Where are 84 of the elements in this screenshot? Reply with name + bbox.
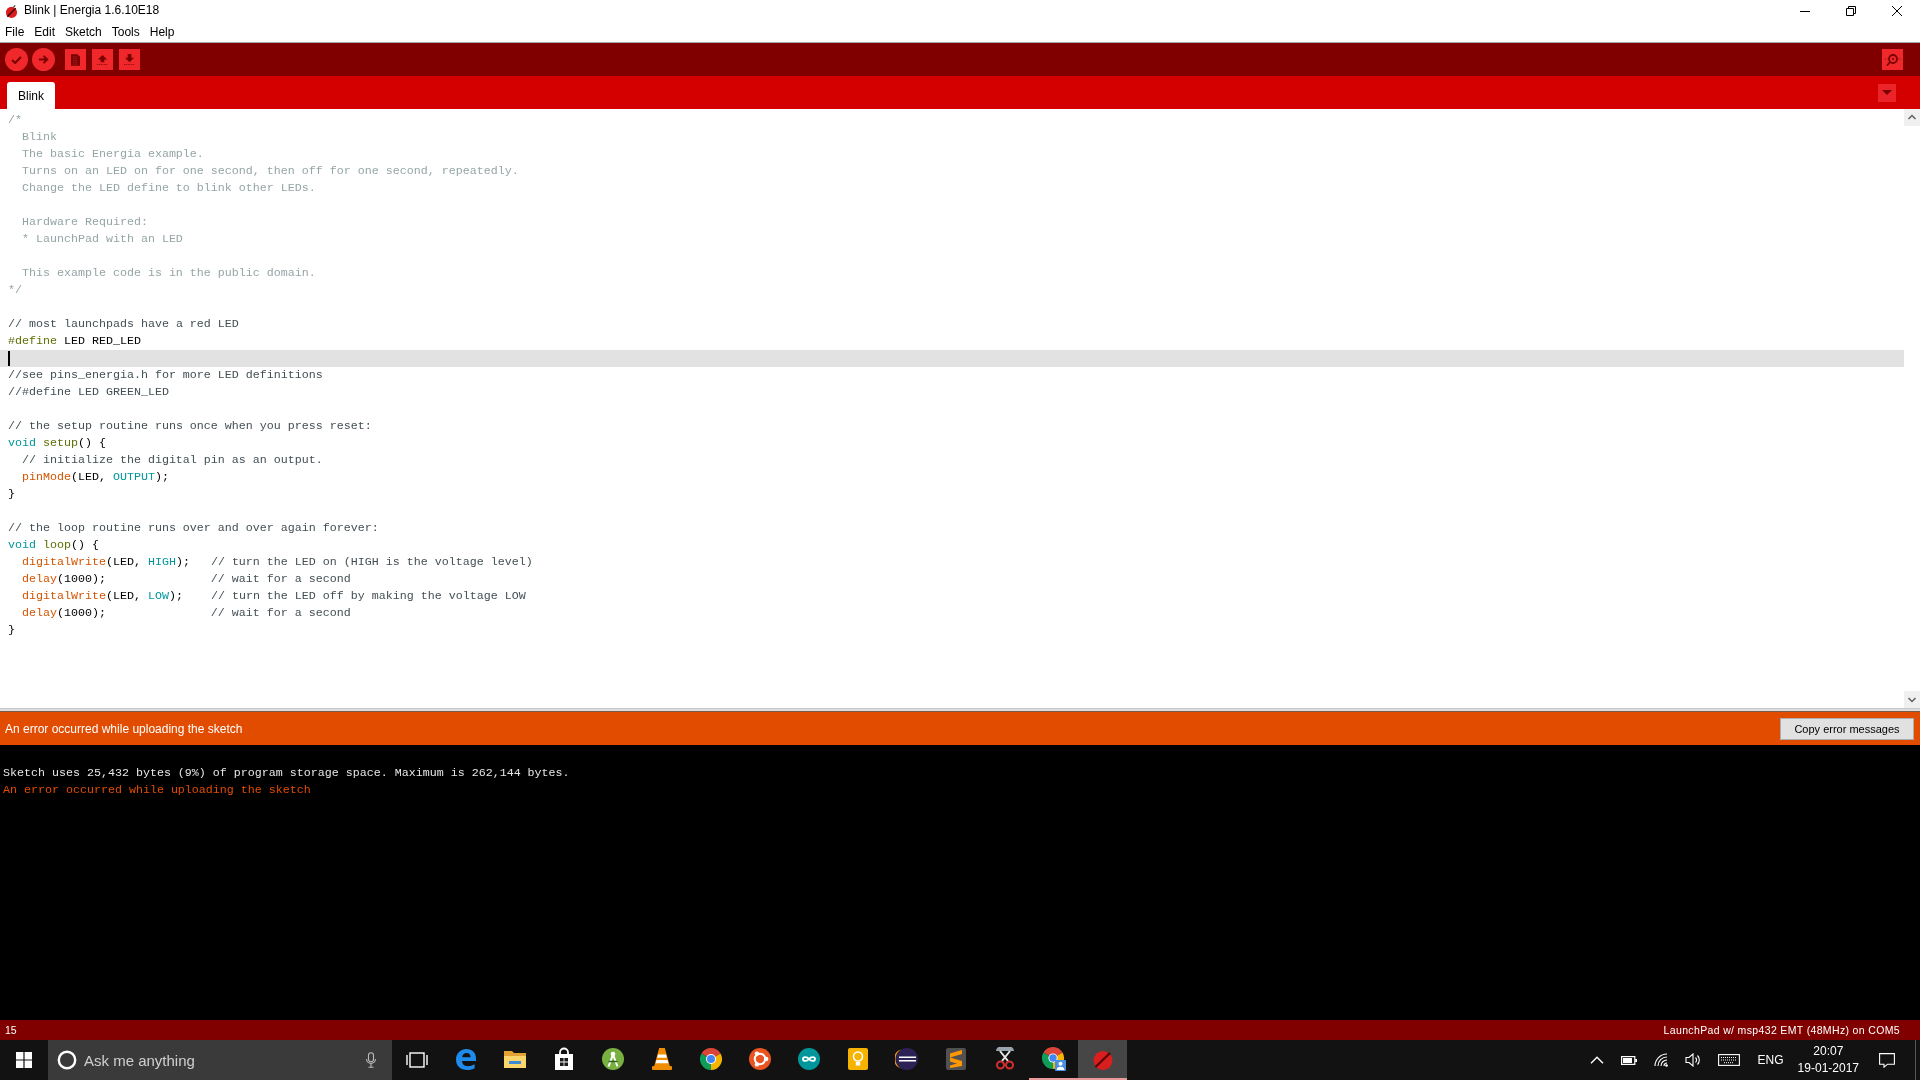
traffic-cone-icon [649, 1047, 674, 1071]
windows-logo-icon [16, 1052, 32, 1068]
ring-icon [57, 1050, 77, 1070]
stripes-logo-icon [943, 1047, 968, 1071]
task-view-icon [405, 1052, 428, 1068]
code-line: // initialize the digital pin as an output. [22, 452, 323, 469]
tab-menu-button[interactable] [1878, 83, 1896, 102]
save-button[interactable] [119, 49, 140, 70]
text-cursor [8, 351, 10, 366]
menu-item[interactable]: Sketch [60, 24, 107, 40]
app-logo-icon [5, 4, 18, 18]
code-line: digitalWrite(LED, LOW); // turn the LED off by making the voltage LOW [22, 588, 526, 605]
search-bar[interactable]: Ask me anything [48, 1040, 392, 1080]
code-line: void loop() { [8, 537, 99, 554]
console-line: Sketch uses 25,432 bytes (9%) of program storage space. Maximum is 262,144 bytes. [3, 765, 570, 782]
code-line: This example code is in the public domain. [22, 265, 316, 282]
circle-logo-user-icon [1041, 1047, 1066, 1071]
menu-item[interactable]: File [0, 24, 30, 40]
copy-errors-button[interactable]: Copy error messages [1780, 717, 1914, 740]
speech-bubble-icon[interactable] [1879, 1052, 1895, 1068]
code-line: void setup() { [8, 435, 106, 452]
search-field[interactable]: Ask me anything [77, 1047, 356, 1073]
document-icon [71, 53, 80, 66]
code-line: delay(1000); // wait for a second [22, 605, 351, 622]
line-number: 15 [5, 1024, 17, 1036]
scroll-up-icon[interactable] [1904, 109, 1920, 126]
code-line: */ [8, 282, 22, 299]
code-line: // the setup routine runs once when you press reset: [8, 418, 372, 435]
menu-item[interactable]: Help [144, 24, 180, 40]
compass-logo-icon [600, 1047, 625, 1071]
code-line: // most launchpads have a red LED [8, 316, 239, 333]
code-line: Turns on an LED on for one second, then off for one second, repeatedly. [22, 163, 519, 180]
scroll-down-icon[interactable] [1904, 691, 1920, 708]
new-sketch-button[interactable] [65, 49, 86, 70]
vertical-scrollbar[interactable] [1904, 109, 1920, 708]
lightbulb-icon [845, 1047, 870, 1071]
menu-item[interactable]: Edit [29, 24, 61, 40]
code-line: delay(1000); // wait for a second [22, 571, 351, 588]
clock[interactable]: 20:07 19-01-2017 [1797, 1043, 1859, 1077]
arrow-right-icon [38, 55, 49, 64]
arrow-down-icon [124, 54, 135, 65]
serial-monitor-button[interactable] [1882, 49, 1903, 70]
code-line: Blink [22, 129, 57, 146]
file-tab[interactable]: Blink [7, 82, 55, 109]
menu-item[interactable]: Tools [106, 24, 145, 40]
code-line: pinMode(LED, OUTPUT); [22, 469, 169, 486]
infinity-logo-icon [796, 1047, 821, 1071]
code-line: Hardware Required: [22, 214, 148, 231]
circle-logo-icon [698, 1047, 723, 1071]
restore-icon [1846, 6, 1856, 16]
close-icon [1892, 6, 1902, 16]
magnifier-icon [1884, 53, 1901, 66]
console-line: An error occurred while uploading the sketch [3, 782, 311, 799]
ring-dots-logo-icon [747, 1047, 772, 1071]
code-line: /* [8, 112, 22, 129]
code-line: The basic Energia example. [22, 146, 204, 163]
language-indicator[interactable]: ENG [1757, 1053, 1784, 1067]
window-title: Blink | Energia 1.6.10E18 [24, 3, 160, 17]
code-line: // the loop routine runs over and over again forever: [8, 520, 379, 537]
microphone-icon[interactable] [366, 1052, 376, 1068]
arrow-up-icon [97, 54, 108, 65]
wifi-icon[interactable] [1653, 1053, 1668, 1067]
keyboard-icon[interactable] [1717, 1054, 1740, 1066]
status-message: An error occurred while uploading the sketch [5, 721, 243, 736]
letter-e-logo-icon [453, 1047, 478, 1071]
checkmark-icon [11, 55, 22, 64]
board-info: LaunchPad w/ msp432 EMT (48MHz) on COM5 [1663, 1024, 1900, 1036]
code-line: //see pins_energia.h for more LED definitions [8, 367, 323, 384]
battery-icon[interactable] [1620, 1055, 1637, 1065]
chevron-up-icon[interactable] [1589, 1056, 1604, 1064]
striped-sphere-icon [894, 1047, 919, 1071]
code-line: } [8, 622, 15, 639]
upload-button[interactable] [32, 48, 55, 71]
code-line: #define LED RED_LED [8, 333, 141, 350]
code-line: //#define LED GREEN_LED [8, 384, 169, 401]
open-button[interactable] [92, 49, 113, 70]
code-line: digitalWrite(LED, HIGH); // turn the LED on (HIGH is the voltage level) [22, 554, 533, 571]
code-line: } [8, 486, 15, 503]
verify-button[interactable] [5, 48, 28, 71]
caret-down-icon [1882, 90, 1892, 95]
code-line: * LaunchPad with an LED [22, 231, 183, 248]
code-line: Change the LED define to blink other LEDs. [22, 180, 316, 197]
minimize-icon [1800, 10, 1810, 12]
speaker-icon[interactable] [1684, 1053, 1701, 1067]
